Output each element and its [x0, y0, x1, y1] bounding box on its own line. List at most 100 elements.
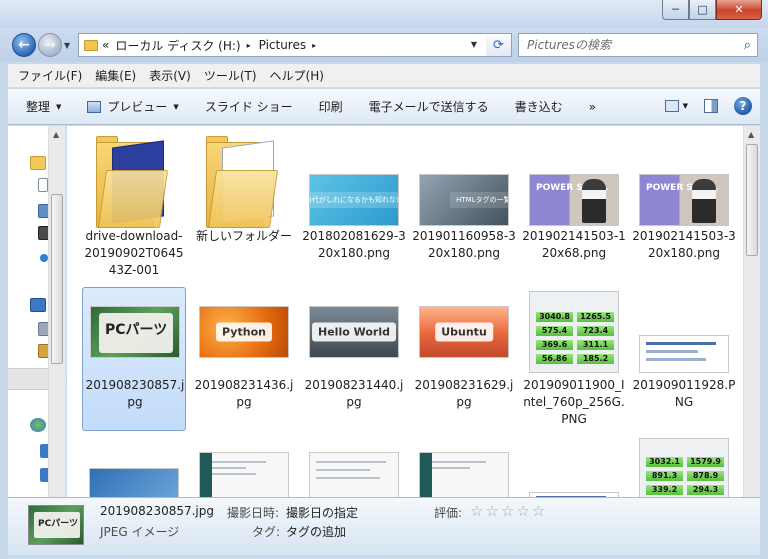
search-icon[interactable]: ⌕: [744, 38, 751, 53]
rating-stars[interactable]: ☆☆☆☆☆: [470, 502, 547, 520]
person-figure: [692, 179, 716, 223]
search-input[interactable]: [519, 34, 729, 56]
arrow-right-icon: →: [44, 37, 56, 53]
network-icon[interactable]: [30, 418, 46, 432]
change-view-icon[interactable]: [664, 100, 679, 112]
music-icon[interactable]: [40, 254, 48, 262]
item-label: 201901160958-320x180.png: [412, 229, 516, 260]
chevron-down-icon: ▼: [56, 102, 62, 111]
computer-icon[interactable]: [30, 298, 46, 312]
preview-pane-icon[interactable]: [704, 99, 718, 113]
chevron-down-icon: ▼: [64, 41, 71, 50]
breadcrumb-pictures[interactable]: Pictures: [259, 38, 307, 52]
search-box: ⌕: [518, 33, 758, 57]
date-taken-value[interactable]: 撮影日の指定: [286, 504, 358, 521]
slideshow-button[interactable]: スライド ショー: [205, 98, 293, 115]
thumb-caption: PCパーツ: [34, 512, 80, 538]
bench-value: 294.3: [687, 485, 724, 495]
nav-pane-scrollbar[interactable]: ▲: [48, 126, 65, 497]
close-button[interactable]: ✕: [716, 0, 762, 20]
menu-bar: ファイル(F) 編集(E) 表示(V) ツール(T) ヘルプ(H): [8, 64, 760, 88]
image-item[interactable]: Ubuntu 201908231629.jpg: [412, 287, 516, 431]
image-item[interactable]: 201909011928.PNG: [632, 287, 736, 431]
item-label: 201902141503-120x68.png: [522, 229, 626, 260]
document-icon[interactable]: [38, 178, 48, 192]
folder-item[interactable]: 新しいフォルダー: [192, 130, 296, 274]
image-item-selected[interactable]: PCパーツ 201908230857.jpg: [82, 287, 186, 431]
item-label: 201908230857.jpg: [85, 378, 185, 409]
details-thumbnail: PCパーツ: [28, 505, 84, 545]
menu-view[interactable]: 表示(V): [149, 67, 191, 84]
image-thumbnail[interactable]: [89, 468, 179, 497]
address-dropdown-icon[interactable]: ▼: [471, 40, 477, 49]
folder-item[interactable]: drive-download-20190902T064543Z-001: [82, 130, 186, 277]
preview-button[interactable]: プレビュー ▼: [87, 98, 179, 115]
image-item[interactable]: HTMLタグの一覧 201901160958-320x180.png: [412, 130, 516, 274]
breadcrumb-separator[interactable]: ▸: [312, 41, 316, 50]
chevron-down-icon[interactable]: ▼: [683, 102, 688, 110]
image-item[interactable]: POWER SHELL 201902141503-120x68.png: [522, 130, 626, 274]
image-item[interactable]: タバコ代がしれになるかも知れない方法 201802081629-320x180.…: [302, 130, 406, 274]
menu-tools[interactable]: ツール(T): [204, 67, 257, 84]
bench-value: 1579.9: [687, 457, 724, 467]
email-button[interactable]: 電子メールで送信する: [369, 98, 489, 115]
image-thumbnail[interactable]: 3032.1 1579.9 891.3 878.9 339.2 294.3: [639, 438, 729, 497]
recent-pages-dropdown[interactable]: ▼: [64, 41, 70, 50]
image-item[interactable]: POWER SHELL 201902141503-320x180.png: [632, 130, 736, 274]
forward-button[interactable]: →: [38, 33, 62, 57]
item-label: 201902141503-320x180.png: [632, 229, 736, 260]
breadcrumb-root[interactable]: «: [102, 38, 109, 52]
image-item[interactable]: 3040.8 1265.5 575.4 723.4 369.6 311.1 56.86…: [522, 287, 626, 431]
image-item[interactable]: Python 201908231436.jpg: [192, 287, 296, 431]
scroll-up-icon[interactable]: ▲: [53, 130, 59, 139]
bench-value: 3040.8: [536, 312, 573, 322]
image-item[interactable]: Hello World 201908231440.jpg: [302, 287, 406, 431]
image-thumbnail: HTMLタグの一覧: [419, 174, 509, 226]
breadcrumb-local-disk[interactable]: ローカル ディスク (H:): [115, 37, 240, 54]
menu-file[interactable]: ファイル(F): [18, 67, 82, 84]
refresh-button[interactable]: ⟳: [486, 33, 512, 57]
help-icon[interactable]: ?: [734, 97, 752, 115]
navigation-pane: ▲: [8, 126, 66, 497]
image-thumbnail[interactable]: [199, 452, 289, 497]
tags-value[interactable]: タグの追加: [286, 523, 346, 540]
minimize-button[interactable]: ─: [662, 0, 689, 20]
bench-value: 575.4: [536, 326, 573, 336]
favorites-folder-icon[interactable]: [30, 156, 46, 170]
menu-edit[interactable]: 編集(E): [95, 67, 136, 84]
more-commands-button[interactable]: »: [589, 100, 596, 114]
item-label: 201909011900_Intel_760p_256G.PNG: [523, 378, 625, 426]
bench-value: 723.4: [577, 326, 614, 336]
bench-value: 311.1: [577, 340, 614, 350]
command-bar: 整理 ▼ プレビュー ▼ スライド ショー 印刷 電子メールで送信する 書き込む »…: [8, 89, 760, 125]
image-thumbnail: POWER SHELL: [639, 174, 729, 226]
scroll-thumb[interactable]: [746, 144, 758, 256]
back-button[interactable]: ←: [12, 33, 36, 57]
file-list: drive-download-20190902T064543Z-001 新しいフ…: [67, 126, 743, 497]
menu-help[interactable]: ヘルプ(H): [270, 67, 324, 84]
image-thumbnail[interactable]: [419, 452, 509, 497]
image-thumbnail: 3040.8 1265.5 575.4 723.4 369.6 311.1 56.86…: [529, 291, 619, 373]
image-thumbnail: タバコ代がしれになるかも知れない方法: [309, 174, 399, 226]
bench-value: 56.86: [536, 354, 573, 364]
image-thumbnail: [639, 335, 729, 373]
scroll-up-icon[interactable]: ▲: [748, 130, 754, 139]
print-button[interactable]: 印刷: [319, 98, 343, 115]
person-figure: [582, 179, 606, 223]
image-thumbnail[interactable]: [309, 452, 399, 497]
burn-button[interactable]: 書き込む: [515, 98, 563, 115]
image-thumbnail: Python: [199, 306, 289, 358]
folder-icon: [84, 39, 98, 51]
organize-label: 整理: [26, 100, 51, 114]
thumb-caption: Python: [216, 322, 272, 342]
bench-value: 1265.5: [577, 312, 614, 322]
image-thumbnail: Ubuntu: [419, 306, 509, 358]
maximize-button[interactable]: □: [689, 0, 716, 20]
breadcrumb-separator[interactable]: ▸: [247, 41, 251, 50]
thumb-caption: タバコ代がしれになるかも知れない方法: [310, 192, 398, 208]
content-scrollbar[interactable]: ▲: [743, 126, 760, 497]
address-bar[interactable]: « ローカル ディスク (H:) ▸ Pictures ▸ ▼: [78, 33, 512, 57]
chevron-down-icon: ▼: [173, 102, 179, 111]
nav-pane-scroll-thumb[interactable]: [51, 194, 63, 364]
organize-button[interactable]: 整理 ▼: [26, 98, 61, 115]
